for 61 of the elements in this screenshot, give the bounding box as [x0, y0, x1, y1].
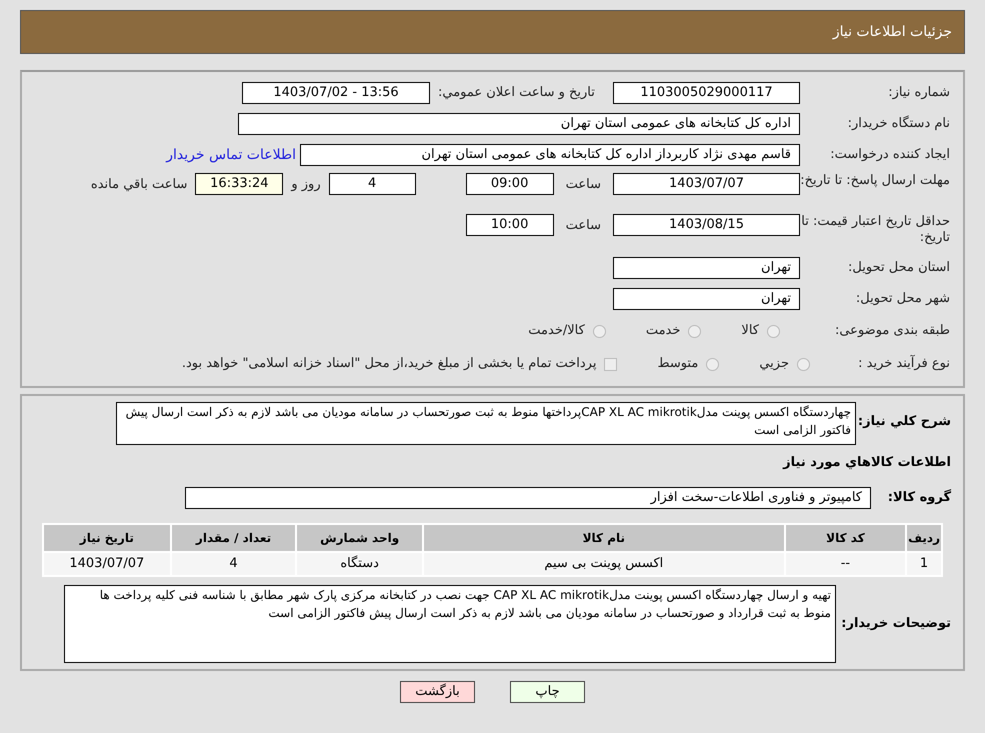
radio-button[interactable] [797, 358, 810, 370]
city-field: تهران [613, 288, 800, 310]
goods-group-label: گروه کالا: [886, 488, 951, 507]
buyer-name-field: اداره کل کتابخانه های عمومی استان تهران [238, 113, 800, 135]
radio-button[interactable] [706, 358, 720, 370]
field-label: شهر محل تحویل: [854, 290, 950, 308]
summary-label: شرح کلي نیاز: [856, 413, 951, 431]
notes-textarea: تهیه و ارسال چهاردستگاه اکسس پوینت مدلCAP XL AC mikrotik جهت نصب در کتابخانه مرکزی پارک شهر مطابق با شناسه فنی کلیه پرداخت ها منوط به ثبت قرارداد و صورتحساب در سامانه مودیان می باشد لازم به ذکر است ارسال پیش فاکتور الزامی است [64, 584, 836, 662]
field-label: استان محل تحویل: [847, 259, 950, 278]
column-header: کد کالا [784, 524, 906, 552]
print-button[interactable]: چاپ [510, 680, 585, 702]
field-label: متوسط [657, 355, 698, 374]
column-header: تاریخ نیاز [43, 524, 171, 552]
days-field: 4 [328, 173, 416, 195]
field-label: حداقل تاریخ اعتبار قیمت: تا تاریخ: [800, 214, 950, 246]
field-label: ایجاد کننده درخواست: [829, 146, 950, 164]
column-header: تعداد / مقدار [170, 524, 296, 552]
province-field: تهران [613, 257, 800, 279]
field-label: طبقه بندی موضوعی: [834, 322, 950, 340]
table-cell: اکسس پوینت بی سیم [422, 552, 785, 576]
back-button[interactable]: بازگشت [400, 680, 475, 702]
field-label: نام دستگاه خریدار: [846, 114, 950, 134]
checkbox[interactable] [604, 358, 618, 370]
field-label: نوع فرآیند خرید : [857, 354, 950, 374]
deadline-date-field: 1403/07/07 [613, 173, 800, 195]
field-label: تاریخ و ساعت اعلان عمومي: [438, 84, 595, 102]
field-label: ساعت باقي مانده [90, 176, 188, 194]
goods-group-field: کامپیوتر و فناوری اطلاعات-سخت افزار [185, 486, 871, 508]
column-header: نام کالا [422, 524, 785, 552]
radio-button[interactable] [592, 324, 606, 338]
field-label: ساعت [566, 176, 601, 194]
need-number-field: 1103005029000117 [613, 82, 800, 104]
field-label: روز و [291, 176, 321, 194]
field-label: كالا/خدمت [528, 322, 585, 340]
field-label: كالا [741, 322, 759, 340]
column-header: ردیف [906, 524, 942, 552]
column-header: واحد شمارش [296, 524, 423, 552]
field-label: جزيي [759, 355, 789, 374]
page-title: جزئیات اطلاعات نیاز [832, 22, 952, 42]
deadline-time-field: 09:00 [466, 173, 554, 195]
announce-date-field: 1403/07/02 - 13:56 [242, 82, 430, 104]
validity-time-field: 10:00 [466, 214, 554, 236]
creator-field: قاسم مهدی نژاد کاربرداز اداره کل کتابخانه های عمومی استان تهران [300, 144, 800, 166]
summary-textarea: چهاردستگاه اکسس پوینت مدلCAP XL AC mikrotikپرداختها منوط به ثبت صورتحساب در سامانه مودیان می باشد لازم به ذکر است ارسال پیش فاکتور الزامی است [116, 402, 856, 445]
field-label: پرداخت تمام یا بخشی از مبلغ خرید،از محل "اسناد خزانه اسلامی" خواهد بود. [182, 355, 596, 374]
field-label: ساعت [566, 217, 601, 235]
table-cell: 1 [906, 552, 942, 576]
field-label: شماره نیاز: [887, 84, 950, 102]
radio-button[interactable] [767, 324, 780, 338]
table-cell: 1403/07/07 [43, 552, 171, 576]
field-label: خدمت [646, 322, 680, 340]
buyer-contact-link[interactable]: اطلاعات تماس خریدار [166, 144, 296, 166]
table-cell: 4 [170, 552, 296, 576]
table-cell: دستگاه [296, 552, 423, 576]
validity-date-field: 1403/08/15 [613, 214, 800, 236]
section-title: اطلاعات کالاهاي مورد نیاز [783, 454, 951, 472]
remaining-time-field: 16:33:24 [195, 173, 284, 195]
field-label: مهلت ارسال پاسخ: تا تاریخ: [800, 173, 950, 189]
notes-label: توضیحات خریدار: [840, 614, 951, 633]
radio-button[interactable] [688, 324, 702, 338]
table-cell: -- [784, 552, 906, 576]
